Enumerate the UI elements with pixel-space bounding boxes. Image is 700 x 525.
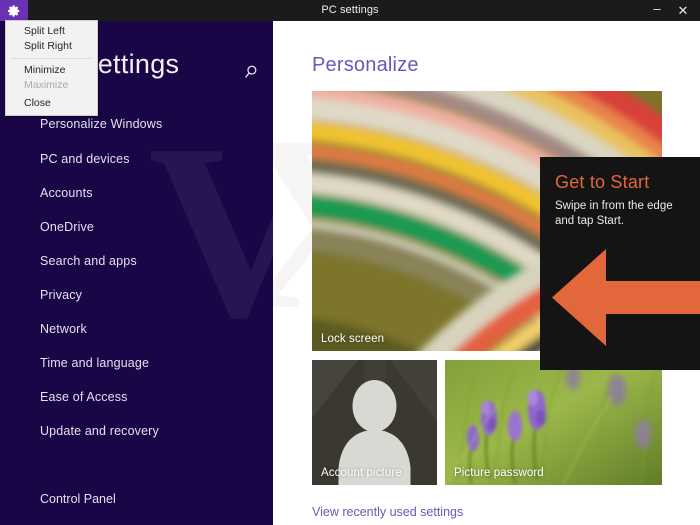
minimize-button[interactable]: – bbox=[644, 0, 670, 21]
sidebar-item-control-panel[interactable]: Control Panel bbox=[40, 492, 116, 506]
sidebar-item-privacy[interactable]: Privacy bbox=[0, 278, 273, 312]
context-menu-item-minimize[interactable]: Minimize bbox=[6, 63, 97, 78]
context-menu-separator bbox=[11, 58, 92, 59]
sidebar-item-update-and-recovery[interactable]: Update and recovery bbox=[0, 414, 273, 448]
context-menu-item-split-right[interactable]: Split Right bbox=[6, 39, 97, 54]
window-title: PC settings bbox=[0, 0, 700, 21]
sidebar-item-onedrive[interactable]: OneDrive bbox=[0, 210, 273, 244]
gear-icon bbox=[7, 4, 21, 18]
sidebar-item-pc-and-devices[interactable]: PC and devices bbox=[0, 142, 273, 176]
sidebar-item-search-and-apps[interactable]: Search and apps bbox=[0, 244, 273, 278]
get-to-start-coach-tip[interactable]: Get to Start Swipe in from the edge and … bbox=[540, 157, 700, 370]
tile-account-picture[interactable]: Account picture bbox=[312, 360, 437, 485]
tile-label: Account picture bbox=[321, 467, 402, 479]
coach-tip-title: Get to Start bbox=[555, 172, 649, 193]
view-recently-used-settings-link[interactable]: View recently used settings bbox=[312, 505, 463, 519]
context-menu-item-split-left[interactable]: Split Left bbox=[6, 24, 97, 39]
page-title: Personalize bbox=[312, 54, 419, 77]
arrow-left-icon bbox=[550, 245, 700, 350]
sidebar-item-network[interactable]: Network bbox=[0, 312, 273, 346]
sidebar-nav-list: Personalize Windows PC and devices Accou… bbox=[0, 107, 273, 448]
sidebar-item-accounts[interactable]: Accounts bbox=[0, 176, 273, 210]
window-titlebar: PC settings – ✕ bbox=[0, 0, 700, 21]
context-menu-item-maximize: Maximize bbox=[6, 78, 97, 93]
app-system-menu-button[interactable] bbox=[0, 0, 28, 21]
context-menu-item-close[interactable]: Close bbox=[6, 96, 97, 111]
system-context-menu: Split Left Split Right Minimize Maximize… bbox=[5, 20, 98, 116]
sidebar-item-time-and-language[interactable]: Time and language bbox=[0, 346, 273, 380]
close-button[interactable]: ✕ bbox=[670, 0, 696, 21]
search-icon[interactable] bbox=[244, 63, 262, 81]
sidebar-item-ease-of-access[interactable]: Ease of Access bbox=[0, 380, 273, 414]
window-controls: – ✕ bbox=[644, 0, 696, 21]
tile-picture-password[interactable]: Picture password bbox=[445, 360, 662, 485]
tile-label: Picture password bbox=[454, 467, 544, 479]
coach-tip-body: Swipe in from the edge and tap Start. bbox=[555, 199, 687, 229]
tile-label: Lock screen bbox=[321, 333, 384, 345]
